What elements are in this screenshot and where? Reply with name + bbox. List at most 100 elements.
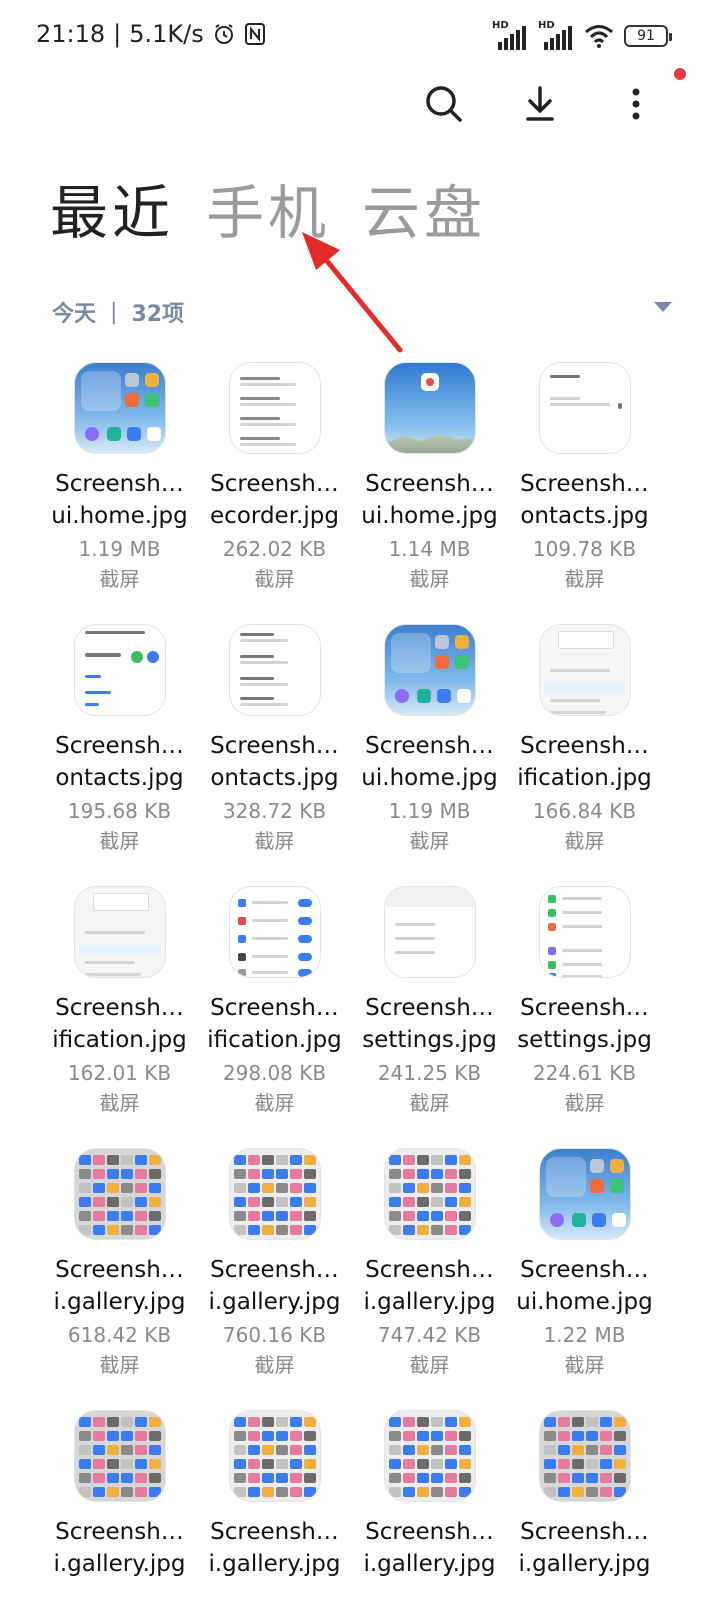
search-icon bbox=[426, 86, 462, 122]
file-manager-screen: 21:18 | 5.1K/s HD HD 91 最近 手机 云盘 今天 | 32… bbox=[0, 0, 720, 1600]
file-size: 224.61 KB bbox=[532, 1061, 637, 1085]
thumbnail bbox=[383, 1410, 476, 1502]
file-item[interactable]: Screensh… ontacts.jpg 328.72 KB 截屏 bbox=[197, 624, 352, 856]
file-type: 截屏 bbox=[409, 1353, 450, 1377]
file-name-line-2: ontacts.jpg bbox=[55, 765, 184, 791]
file-size: 109.78 KB bbox=[532, 537, 637, 561]
file-type: 截屏 bbox=[99, 1353, 140, 1377]
file-item[interactable]: Screensh… i.gallery.jpg bbox=[507, 1410, 662, 1582]
file-item[interactable]: Screensh… ecorder.jpg 262.02 KB 截屏 bbox=[197, 362, 352, 594]
thumbnail bbox=[383, 886, 476, 978]
file-type: 截屏 bbox=[409, 1091, 450, 1115]
file-item[interactable]: Screensh… i.gallery.jpg 747.42 KB 截屏 bbox=[352, 1148, 507, 1380]
alarm-icon bbox=[214, 24, 233, 44]
battery-level: 91 bbox=[637, 28, 655, 44]
file-name-line-1: Screensh… bbox=[55, 995, 184, 1021]
file-name-line-1: Screensh… bbox=[365, 1519, 494, 1545]
file-size: 1.19 MB bbox=[388, 799, 471, 823]
file-size: 747.42 KB bbox=[377, 1323, 482, 1347]
file-item[interactable]: Screensh… ification.jpg 298.08 KB 截屏 bbox=[197, 886, 352, 1118]
file-name-line-1: Screensh… bbox=[520, 1519, 649, 1545]
file-size: 241.25 KB bbox=[377, 1061, 482, 1085]
file-item[interactable]: Screensh… ui.home.jpg 1.19 MB 截屏 bbox=[42, 362, 197, 594]
thumbnail bbox=[228, 1148, 321, 1240]
file-item[interactable]: Screensh… i.gallery.jpg bbox=[352, 1410, 507, 1582]
file-type: 截屏 bbox=[99, 829, 140, 853]
tab-bar: 最近 手机 云盘 bbox=[50, 166, 486, 250]
file-size: 328.72 KB bbox=[222, 799, 327, 823]
thumbnail bbox=[538, 362, 631, 454]
more-options-button[interactable] bbox=[612, 68, 686, 128]
file-item[interactable]: Screensh… settings.jpg 224.61 KB 截屏 bbox=[507, 886, 662, 1118]
tab-recent[interactable]: 最近 bbox=[50, 166, 174, 250]
file-size: 760.16 KB bbox=[222, 1323, 327, 1347]
file-type: 截屏 bbox=[99, 567, 140, 591]
file-item[interactable]: Screensh… ification.jpg 162.01 KB 截屏 bbox=[42, 886, 197, 1118]
thumbnail bbox=[383, 1148, 476, 1240]
section-date: 今天 bbox=[52, 302, 97, 327]
chevron-down-icon[interactable] bbox=[654, 302, 672, 312]
file-name-line-1: Screensh… bbox=[520, 995, 649, 1021]
file-name-line-1: Screensh… bbox=[520, 471, 649, 497]
file-name-line-1: Screensh… bbox=[55, 471, 184, 497]
file-name-line-2: ification.jpg bbox=[517, 765, 652, 791]
file-name-line-2: i.gallery.jpg bbox=[53, 1551, 186, 1577]
file-type: 截屏 bbox=[254, 567, 295, 591]
file-name-line-2: ecorder.jpg bbox=[210, 503, 339, 529]
notification-dot bbox=[674, 68, 686, 80]
file-name-line-1: Screensh… bbox=[365, 471, 494, 497]
file-name-line-2: ification.jpg bbox=[207, 1027, 342, 1053]
download-button[interactable] bbox=[516, 80, 564, 128]
red-arrow-annotation bbox=[302, 232, 403, 353]
file-type: 截屏 bbox=[564, 567, 605, 591]
status-time: 21:18 bbox=[36, 20, 106, 48]
file-name-line-1: Screensh… bbox=[210, 1519, 339, 1545]
toolbar bbox=[420, 68, 686, 128]
file-name-line-2: i.gallery.jpg bbox=[208, 1551, 341, 1577]
battery-icon: 91 bbox=[624, 25, 672, 47]
file-item[interactable]: Screensh… i.gallery.jpg 618.42 KB 截屏 bbox=[42, 1148, 197, 1380]
thumbnail bbox=[538, 1410, 631, 1502]
more-vertical-icon bbox=[632, 88, 640, 120]
section-count: 32项 bbox=[131, 302, 185, 327]
download-icon bbox=[526, 86, 554, 121]
thumbnail bbox=[73, 886, 166, 978]
file-item[interactable]: Screensh… ui.home.jpg 1.14 MB 截屏 bbox=[352, 362, 507, 594]
file-item[interactable]: Screensh… ontacts.jpg 195.68 KB 截屏 bbox=[42, 624, 197, 856]
file-size: 1.22 MB bbox=[543, 1323, 626, 1347]
file-name-line-2: i.gallery.jpg bbox=[363, 1551, 496, 1577]
search-button[interactable] bbox=[420, 80, 468, 128]
thumbnail bbox=[228, 886, 321, 978]
file-item[interactable]: Screensh… i.gallery.jpg bbox=[42, 1410, 197, 1582]
file-size: 1.19 MB bbox=[78, 537, 161, 561]
file-type: 截屏 bbox=[409, 567, 450, 591]
file-name-line-1: Screensh… bbox=[520, 733, 649, 759]
file-grid: Screensh… ui.home.jpg 1.19 MB 截屏 Screensh… ec… bbox=[42, 362, 682, 1582]
file-item[interactable]: Screensh… ui.home.jpg 1.22 MB 截屏 bbox=[507, 1148, 662, 1380]
file-item[interactable]: Screensh… ification.jpg 166.84 KB 截屏 bbox=[507, 624, 662, 856]
file-name-line-1: Screensh… bbox=[365, 995, 494, 1021]
file-name-line-2: ui.home.jpg bbox=[516, 1289, 653, 1315]
file-name-line-2: settings.jpg bbox=[517, 1027, 652, 1053]
file-item[interactable]: Screensh… ontacts.jpg 109.78 KB 截屏 bbox=[507, 362, 662, 594]
file-name-line-1: Screensh… bbox=[55, 733, 184, 759]
thumbnail bbox=[73, 1410, 166, 1502]
file-name-line-2: i.gallery.jpg bbox=[518, 1551, 651, 1577]
file-item[interactable]: Screensh… i.gallery.jpg 760.16 KB 截屏 bbox=[197, 1148, 352, 1380]
file-size: 262.02 KB bbox=[222, 537, 327, 561]
file-size: 618.42 KB bbox=[67, 1323, 172, 1347]
file-size: 1.14 MB bbox=[388, 537, 471, 561]
thumbnail bbox=[538, 624, 631, 716]
file-name-line-2: ontacts.jpg bbox=[210, 765, 339, 791]
file-item[interactable]: Screensh… i.gallery.jpg bbox=[197, 1410, 352, 1582]
status-right: HD HD 91 bbox=[492, 18, 672, 54]
thumbnail bbox=[228, 1410, 321, 1502]
file-size: 298.08 KB bbox=[222, 1061, 327, 1085]
file-item[interactable]: Screensh… settings.jpg 241.25 KB 截屏 bbox=[352, 886, 507, 1118]
signal-strength-icon: HD bbox=[492, 20, 528, 50]
file-item[interactable]: Screensh… ui.home.jpg 1.19 MB 截屏 bbox=[352, 624, 507, 856]
file-name-line-1: Screensh… bbox=[365, 1257, 494, 1283]
file-size: 162.01 KB bbox=[67, 1061, 172, 1085]
nfc-icon bbox=[244, 23, 265, 45]
status-left: 21:18 | 5.1K/s bbox=[36, 16, 266, 52]
